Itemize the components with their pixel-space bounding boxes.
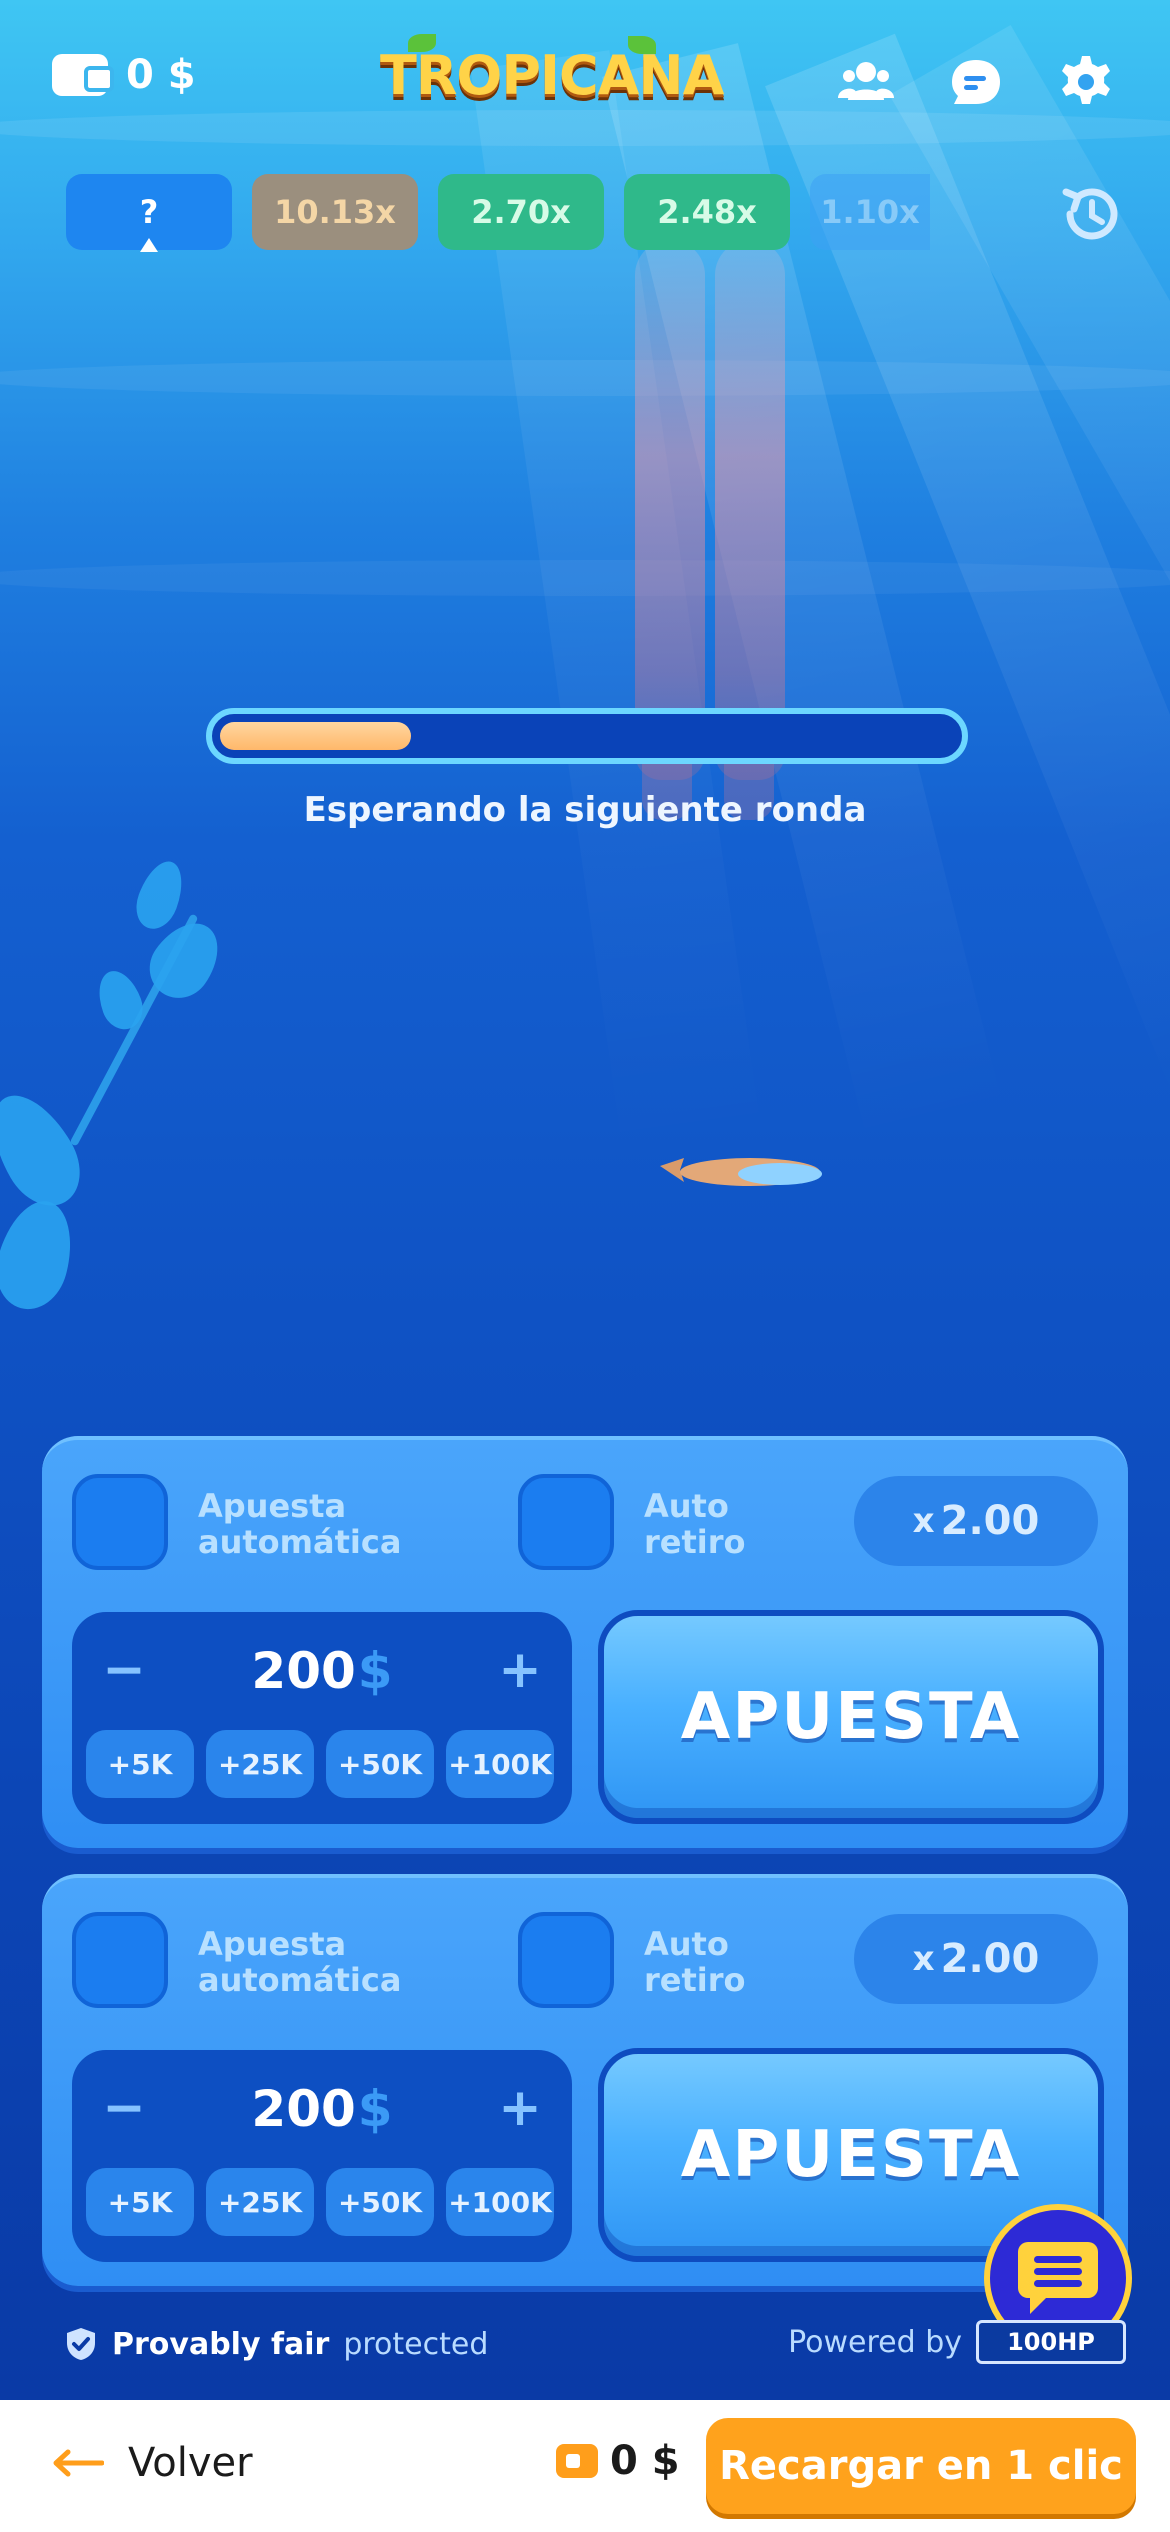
wallet-icon bbox=[556, 2444, 598, 2478]
powered-by: Powered by 100HP bbox=[788, 2320, 1126, 2364]
chat-bubble-icon bbox=[1018, 2242, 1098, 2314]
recharge-button[interactable]: Recargar en 1 clic bbox=[706, 2418, 1136, 2514]
water-surface bbox=[0, 360, 1170, 396]
balance: 0 $ bbox=[556, 2438, 680, 2484]
stake-control: − 200$ + +5K +25K +50K +100K bbox=[72, 1612, 572, 1824]
increase-stake-button[interactable]: + bbox=[490, 1640, 550, 1700]
auto-cashout-checkbox[interactable] bbox=[518, 1912, 614, 2008]
current-round-chip: ? bbox=[66, 174, 232, 252]
auto-bet-checkbox[interactable] bbox=[72, 1912, 168, 2008]
shield-icon bbox=[67, 2328, 95, 2360]
cashout-multiplier-field[interactable]: x 2.00 bbox=[854, 1476, 1098, 1566]
quick-add-25k-button[interactable]: +25K bbox=[206, 2168, 314, 2236]
fish-icon bbox=[660, 1158, 822, 1186]
back-label: Volver bbox=[128, 2440, 253, 2486]
tropicana-logo: TROPICANA bbox=[380, 44, 724, 107]
back-button[interactable]: Volver bbox=[52, 2440, 253, 2486]
provably-fair[interactable]: Provably fair protected bbox=[64, 2326, 488, 2362]
history-chip[interactable]: 1.10x bbox=[810, 174, 930, 250]
round-status-text: Esperando la siguiente ronda bbox=[303, 790, 867, 830]
quick-add-100k-button[interactable]: +100K bbox=[446, 2168, 554, 2236]
gear-icon[interactable] bbox=[1056, 52, 1116, 112]
fair-sub-label: protected bbox=[343, 2326, 489, 2362]
wallet-amount: 0 $ bbox=[126, 52, 196, 98]
arrow-left-icon bbox=[53, 2449, 104, 2477]
history-chip[interactable]: 10.13x bbox=[252, 174, 418, 250]
quick-add-5k-button[interactable]: +5K bbox=[86, 1730, 194, 1798]
round-progress-bar bbox=[206, 708, 968, 764]
quick-add-5k-button[interactable]: +5K bbox=[86, 2168, 194, 2236]
top-header: 0 $ TROPICANA bbox=[0, 0, 1170, 160]
auto-bet-label: Apuesta automática bbox=[198, 1925, 402, 1999]
quick-add-100k-button[interactable]: +100K bbox=[446, 1730, 554, 1798]
water-surface bbox=[0, 560, 1170, 596]
increase-stake-button[interactable]: + bbox=[490, 2078, 550, 2138]
round-progress-fill bbox=[220, 722, 411, 750]
quick-add-50k-button[interactable]: +50K bbox=[326, 1730, 434, 1798]
quick-add-25k-button[interactable]: +25K bbox=[206, 1730, 314, 1798]
provider-logo: 100HP bbox=[976, 2320, 1126, 2364]
auto-bet-label: Apuesta automática bbox=[198, 1487, 402, 1561]
bottom-bar: Volver 0 $ Recargar en 1 clic bbox=[0, 2400, 1170, 2532]
balance-amount: 0 $ bbox=[610, 2438, 680, 2484]
auto-bet-checkbox[interactable] bbox=[72, 1474, 168, 1570]
chat-icon[interactable] bbox=[946, 52, 1006, 112]
bet-panel: Apuesta automática Auto retiro x 2.00 − … bbox=[42, 1874, 1128, 2286]
cashout-multiplier-field[interactable]: x 2.00 bbox=[854, 1914, 1098, 2004]
multiplier-history: ? 10.13x 2.70x 2.48x 1.10x bbox=[66, 174, 930, 252]
auto-cashout-checkbox[interactable] bbox=[518, 1474, 614, 1570]
place-bet-button[interactable]: APUESTA bbox=[598, 1610, 1104, 1824]
auto-cashout-label: Auto retiro bbox=[644, 1487, 746, 1561]
quick-add-50k-button[interactable]: +50K bbox=[326, 2168, 434, 2236]
auto-cashout-label: Auto retiro bbox=[644, 1925, 746, 1999]
users-icon[interactable] bbox=[836, 52, 896, 112]
history-icon[interactable] bbox=[1056, 178, 1128, 250]
wallet-icon bbox=[52, 54, 114, 96]
wallet[interactable]: 0 $ bbox=[52, 52, 196, 98]
fair-label: Provably fair bbox=[112, 2326, 330, 2362]
bet-panel: Apuesta automática Auto retiro x 2.00 − … bbox=[42, 1436, 1128, 1848]
powered-by-label: Powered by bbox=[788, 2324, 962, 2360]
history-chip[interactable]: 2.48x bbox=[624, 174, 790, 250]
history-chip[interactable]: 2.70x bbox=[438, 174, 604, 250]
stake-control: − 200$ + +5K +25K +50K +100K bbox=[72, 2050, 572, 2262]
